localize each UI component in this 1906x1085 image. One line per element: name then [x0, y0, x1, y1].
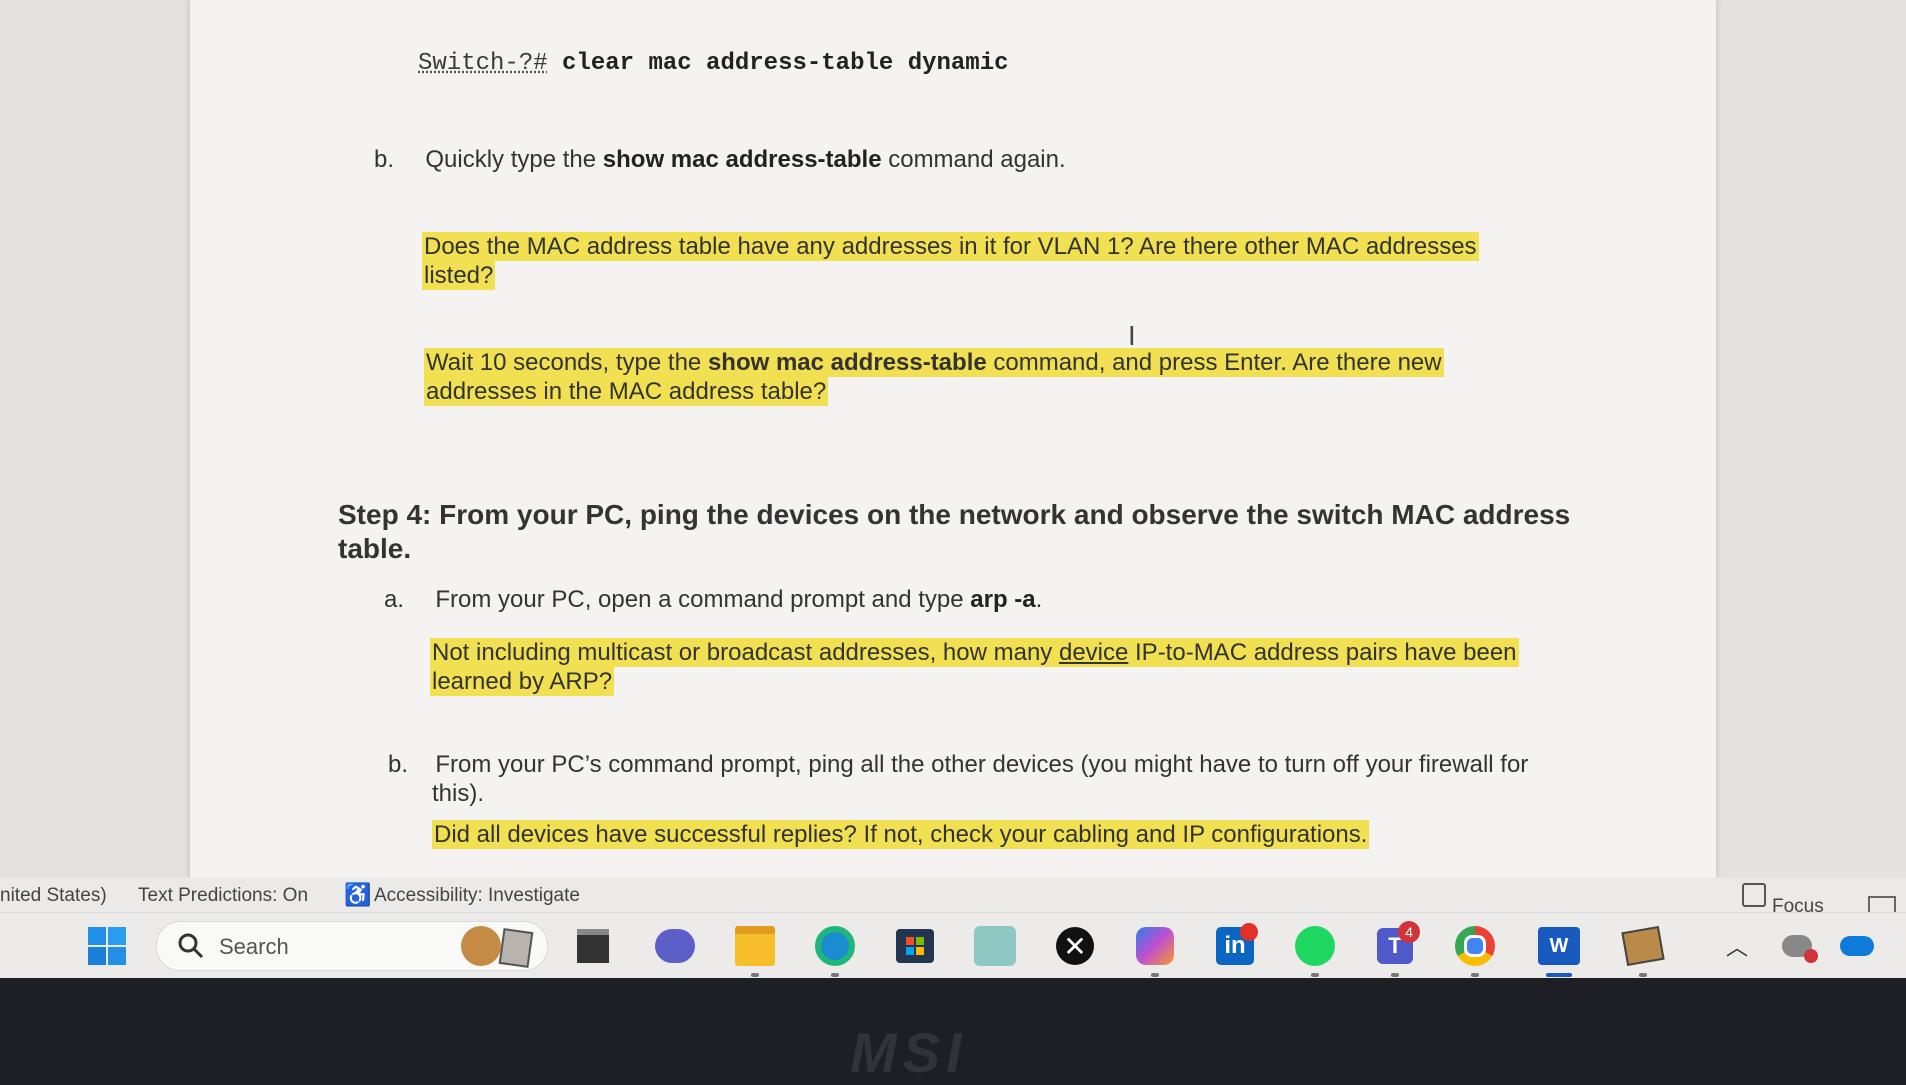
question-3: Not including multicast or broadcast add… — [430, 638, 1570, 696]
status-language[interactable]: nited States) — [0, 885, 107, 907]
question-2-post: command, and press Enter. Are there new — [986, 349, 1442, 376]
question-2-pre: Wait 10 seconds, type the — [426, 349, 708, 376]
taskbar: Search ✕ in T 4 W ︿ — [0, 912, 1906, 978]
step-4-heading: Step 4: From your PC, ping the devices o… — [338, 499, 1571, 564]
edge-icon[interactable] — [812, 923, 858, 977]
item-a-post: . — [1035, 586, 1043, 613]
question-4-text: Did all devices have successful replies?… — [432, 820, 1370, 849]
item-b1: b. Quickly type the show mac address-tab… — [374, 146, 1066, 174]
item-b2: b. From your PC’s command prompt, ping a… — [388, 750, 1528, 808]
accessibility-icon: ♿ — [344, 882, 372, 907]
item-b2-line1: From your PC’s command prompt, ping all … — [435, 751, 1529, 778]
status-accessibility[interactable]: Accessibility: Investigate — [374, 885, 580, 907]
file-explorer-icon[interactable] — [732, 923, 778, 977]
screen: Switch-?# clear mac address-table dynami… — [0, 0, 1906, 978]
item-a-label: a. — [384, 586, 405, 613]
command-text: clear mac address-table dynamic — [562, 50, 1009, 77]
question-3-pre: Not including multicast or broadcast add… — [432, 639, 1059, 666]
item-a: a. From your PC, open a command prompt a… — [384, 586, 1042, 614]
item-a-bold: arp -a — [970, 586, 1036, 613]
copilot-icon[interactable] — [1132, 923, 1178, 977]
teams-icon[interactable]: T 4 — [1372, 921, 1420, 977]
item-b1-pre: Quickly type the — [425, 146, 603, 173]
word-icon[interactable]: W — [1536, 923, 1582, 977]
item-b1-label: b. — [374, 146, 395, 173]
spotify-icon[interactable] — [1292, 923, 1338, 977]
search-icon — [178, 933, 204, 959]
sync-error-icon[interactable] — [1774, 923, 1820, 969]
item-a-pre: From your PC, open a command prompt and … — [435, 586, 971, 613]
item-b1-bold: show mac address-table — [602, 146, 882, 173]
question-2: Wait 10 seconds, type the show mac addre… — [424, 348, 1554, 406]
teams-badge: 4 — [1398, 921, 1420, 943]
question-3-line1: Not including multicast or broadcast add… — [430, 638, 1519, 667]
copilot-app-icon[interactable] — [972, 923, 1018, 969]
search-label: Search — [219, 934, 289, 959]
question-3-post: IP-to-MAC address pairs have been — [1128, 639, 1517, 666]
store-icon[interactable] — [892, 923, 938, 969]
task-view-icon[interactable] — [570, 923, 616, 969]
chat-icon[interactable] — [652, 923, 698, 969]
question-2-line1: Wait 10 seconds, type the show mac addre… — [424, 348, 1444, 377]
chevron-up-icon[interactable]: ︿ — [1714, 923, 1760, 969]
question-1: Does the MAC address table have any addr… — [422, 232, 1552, 290]
question-3-link[interactable]: device — [1059, 639, 1128, 666]
app-icon[interactable] — [1620, 923, 1666, 977]
command-line: Switch-?# clear mac address-table dynami… — [418, 50, 1009, 77]
search-box[interactable]: Search — [156, 921, 548, 971]
status-bar: nited States) Text Predictions: On ♿ Acc… — [0, 878, 1906, 918]
item-b2-label: b. — [388, 751, 409, 778]
question-1-line2: listed? — [422, 261, 496, 290]
bezel-logo: MSI — [850, 1021, 968, 1084]
windows-start-icon[interactable] — [84, 923, 130, 969]
question-1-line1: Does the MAC address table have any addr… — [422, 232, 1479, 261]
focus-icon[interactable] — [1742, 883, 1766, 907]
status-text-predictions[interactable]: Text Predictions: On — [138, 885, 308, 907]
item-b2-line2: this). — [432, 780, 485, 807]
text-cursor-icon: I — [1128, 322, 1136, 352]
command-prompt: Switch-?# — [418, 50, 548, 77]
right-gutter — [1716, 0, 1906, 885]
chrome-icon[interactable] — [1452, 923, 1498, 977]
question-3-line2: learned by ARP? — [430, 667, 615, 696]
widgets-icon[interactable] — [461, 926, 501, 966]
document-page[interactable]: Switch-?# clear mac address-table dynami… — [190, 0, 1716, 878]
question-4: Did all devices have successful replies?… — [432, 820, 1572, 849]
linkedin-icon[interactable]: in — [1212, 923, 1258, 969]
onedrive-icon[interactable] — [1834, 923, 1880, 969]
question-2-bold: show mac address-table — [707, 349, 987, 376]
question-2-line2: addresses in the MAC address table? — [424, 377, 829, 406]
left-gutter — [0, 0, 190, 885]
xbox-icon[interactable]: ✕ — [1052, 923, 1098, 969]
notepad-icon[interactable] — [498, 928, 534, 968]
item-b1-post: command again. — [881, 146, 1066, 173]
